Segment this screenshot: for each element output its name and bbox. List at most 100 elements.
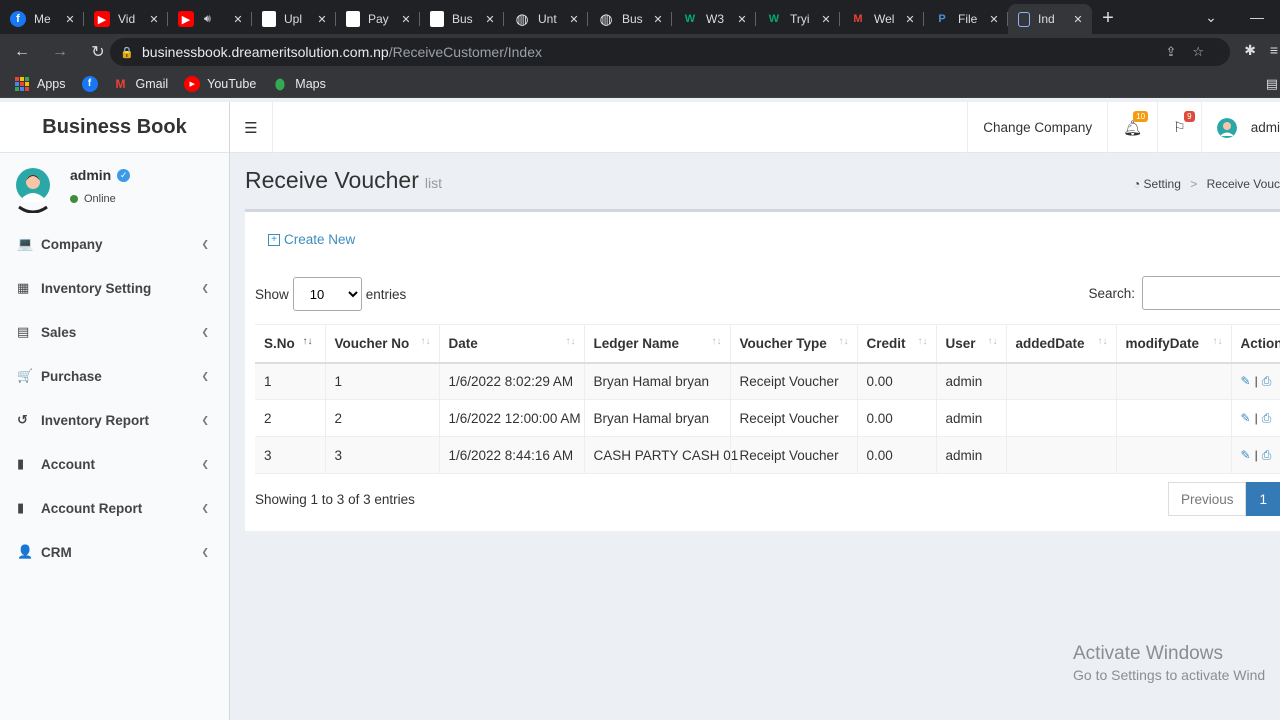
change-company-button[interactable]: Change Company	[967, 102, 1107, 153]
plus-square-icon: +	[268, 233, 280, 246]
browser-tab[interactable]: Upl ✕	[252, 4, 336, 34]
close-tab-icon[interactable]: ✕	[482, 13, 498, 26]
share-and-star-icons[interactable]: ⇪☆	[1165, 44, 1220, 60]
print-icon[interactable]: ⎙	[1262, 448, 1272, 462]
column-header-user[interactable]: User ↑↓	[936, 324, 1007, 364]
sort-both-icon: ↑↓	[711, 336, 722, 347]
bookmark-maps[interactable]: ⬤ Maps	[272, 76, 326, 92]
page-1-button[interactable]: 1	[1246, 482, 1280, 516]
column-header-s-no[interactable]: S.No ↑↓	[255, 324, 326, 364]
audio-playing-icon[interactable]: 🔊︎	[204, 13, 211, 26]
sidebar-item-purchase[interactable]: 🛒 Purchase ❮	[0, 354, 229, 398]
column-header-ledger-name[interactable]: Ledger Name ↑↓	[584, 324, 731, 364]
user-status: Online	[70, 193, 116, 205]
browser-tab[interactable]: ▶ 🔊︎ ✕	[168, 4, 252, 34]
tab-search-icon[interactable]: ⌄	[1188, 9, 1234, 26]
print-icon[interactable]: ⎙	[1262, 411, 1272, 425]
browser-tab[interactable]: M Wel ✕	[840, 4, 924, 34]
search-input[interactable]	[1142, 276, 1280, 310]
tab-title: Pay	[368, 12, 389, 26]
chevron-left-icon: ❮	[201, 326, 209, 337]
close-tab-icon[interactable]: ✕	[1070, 13, 1086, 26]
close-tab-icon[interactable]: ✕	[902, 13, 918, 26]
content-header: Receive Voucher list ◔ Setting > Receive …	[245, 153, 1280, 209]
browser-tab[interactable]: Bus ✕	[420, 4, 504, 34]
minimize-icon[interactable]: —	[1234, 9, 1280, 25]
window-controls: ⌄ —	[1188, 0, 1280, 34]
bookmark-label: Maps	[295, 76, 326, 91]
breadcrumb: ◔ Setting > Receive Vouc	[1132, 177, 1280, 191]
browser-tab[interactable]: P File ✕	[924, 4, 1008, 34]
column-header-modifydate[interactable]: modifyDate ↑↓	[1116, 324, 1232, 364]
extensions-icon[interactable]: ✱	[1244, 42, 1256, 59]
close-tab-icon[interactable]: ✕	[986, 13, 1002, 26]
close-tab-icon[interactable]: ✕	[146, 13, 162, 26]
forward-button[interactable]: →	[44, 36, 76, 68]
user-menu[interactable]: admi	[1200, 102, 1280, 153]
column-header-voucher-type[interactable]: Voucher Type ↑↓	[730, 324, 858, 364]
edit-icon[interactable]: ✎	[1241, 411, 1251, 425]
column-header-addeddate[interactable]: addedDate ↑↓	[1006, 324, 1117, 364]
table-cell: admin	[936, 362, 1007, 400]
sidebar-item-account[interactable]: ▮ Account ❮	[0, 442, 229, 486]
table-row: 3 3 1/6/2022 8:44:16 AM CASH PARTY CASH 01 R…	[255, 436, 1280, 474]
bookmark-apps[interactable]: Apps	[14, 76, 66, 92]
browser-tab[interactable]: ◍ Unt ✕	[504, 4, 588, 34]
column-header-date[interactable]: Date ↑↓	[439, 324, 585, 364]
back-button[interactable]: ←	[6, 36, 38, 68]
flags-button[interactable]: ⚐ 9	[1157, 102, 1201, 153]
close-tab-icon[interactable]: ✕	[230, 13, 246, 26]
close-tab-icon[interactable]: ✕	[62, 13, 78, 26]
sidebar-item-inventory-setting[interactable]: ▦ Inventory Setting ❮	[0, 266, 229, 310]
notifications-button[interactable]: 🔔︎ 10	[1107, 102, 1157, 153]
bookmarks-bar: Apps f M Gmail ▶ YouTube ⬤ Maps ▤	[0, 70, 1280, 98]
table-cell: Receipt Voucher	[730, 436, 858, 474]
close-tab-icon[interactable]: ✕	[734, 13, 750, 26]
sort-both-icon: ↑↓	[987, 336, 998, 347]
previous-page-button[interactable]: Previous	[1167, 482, 1247, 516]
edit-icon[interactable]: ✎	[1241, 448, 1251, 462]
browser-tab[interactable]: W W3 ✕	[672, 4, 756, 34]
sidebar-item-inventory-report[interactable]: ↺ Inventory Report ❮	[0, 398, 229, 442]
browser-tab[interactable]: ▶ Vid ✕	[84, 4, 168, 34]
sort-asc-icon: ↑↓	[302, 336, 313, 347]
address-bar[interactable]: 🔒 businessbook.dreameritsolution.com.np /…	[110, 38, 1230, 66]
browser-tab[interactable]: ◍ Bus ✕	[588, 4, 672, 34]
table-cell: Receipt Voucher	[730, 362, 858, 400]
close-tab-icon[interactable]: ✕	[398, 13, 414, 26]
close-tab-icon[interactable]: ✕	[314, 13, 330, 26]
column-header-voucher-no[interactable]: Voucher No ↑↓	[325, 324, 440, 364]
create-new-link[interactable]: + Create New	[268, 232, 355, 247]
table-cell	[1006, 399, 1117, 437]
breadcrumb-setting[interactable]: Setting	[1144, 177, 1181, 191]
page-size-select[interactable]: 10	[292, 277, 362, 311]
bookmark-youtube[interactable]: ▶ YouTube	[184, 75, 256, 92]
reading-list-icon[interactable]: ▤	[1266, 76, 1278, 92]
menu-icon[interactable]: ≡	[1270, 42, 1278, 58]
bookmark-gmail[interactable]: M Gmail	[113, 76, 169, 92]
browser-tab[interactable]: Ind ✕	[1008, 4, 1092, 34]
table-cell: 1/6/2022 12:00:00 AM	[439, 399, 585, 437]
brand-logo[interactable]: Business Book	[0, 102, 229, 153]
new-tab-button[interactable]: +	[1092, 4, 1124, 34]
edit-icon[interactable]: ✎	[1241, 374, 1251, 388]
sidebar-item-crm[interactable]: 👤 CRM ❮	[0, 530, 229, 574]
sidebar-item-account-report[interactable]: ▮ Account Report ❮	[0, 486, 229, 530]
close-tab-icon[interactable]: ✕	[650, 13, 666, 26]
browser-tab[interactable]: f Me ✕	[0, 4, 84, 34]
close-tab-icon[interactable]: ✕	[566, 13, 582, 26]
sidebar-toggle-icon[interactable]: ☰	[230, 102, 273, 153]
print-icon[interactable]: ⎙	[1262, 374, 1272, 388]
table-cell: 3	[255, 436, 326, 474]
browser-tab[interactable]: W Tryi ✕	[756, 4, 840, 34]
bookmark-label: Gmail	[135, 76, 169, 91]
chevron-left-icon: ❮	[201, 458, 209, 469]
sidebar-menu: 💻 Company ❮ ▦ Inventory Setting ❮ ▤ Sales ❮ 🛒 Purc…	[0, 222, 229, 574]
column-header-credit[interactable]: Credit ↑↓	[857, 324, 937, 364]
sidebar-item-sales[interactable]: ▤ Sales ❮	[0, 310, 229, 354]
column-header-action[interactable]: Action	[1231, 324, 1280, 364]
browser-tab[interactable]: Pay ✕	[336, 4, 420, 34]
user-plus-icon: 👤	[17, 544, 34, 559]
close-tab-icon[interactable]: ✕	[818, 13, 834, 26]
bookmark-facebook[interactable]: f	[81, 75, 105, 92]
